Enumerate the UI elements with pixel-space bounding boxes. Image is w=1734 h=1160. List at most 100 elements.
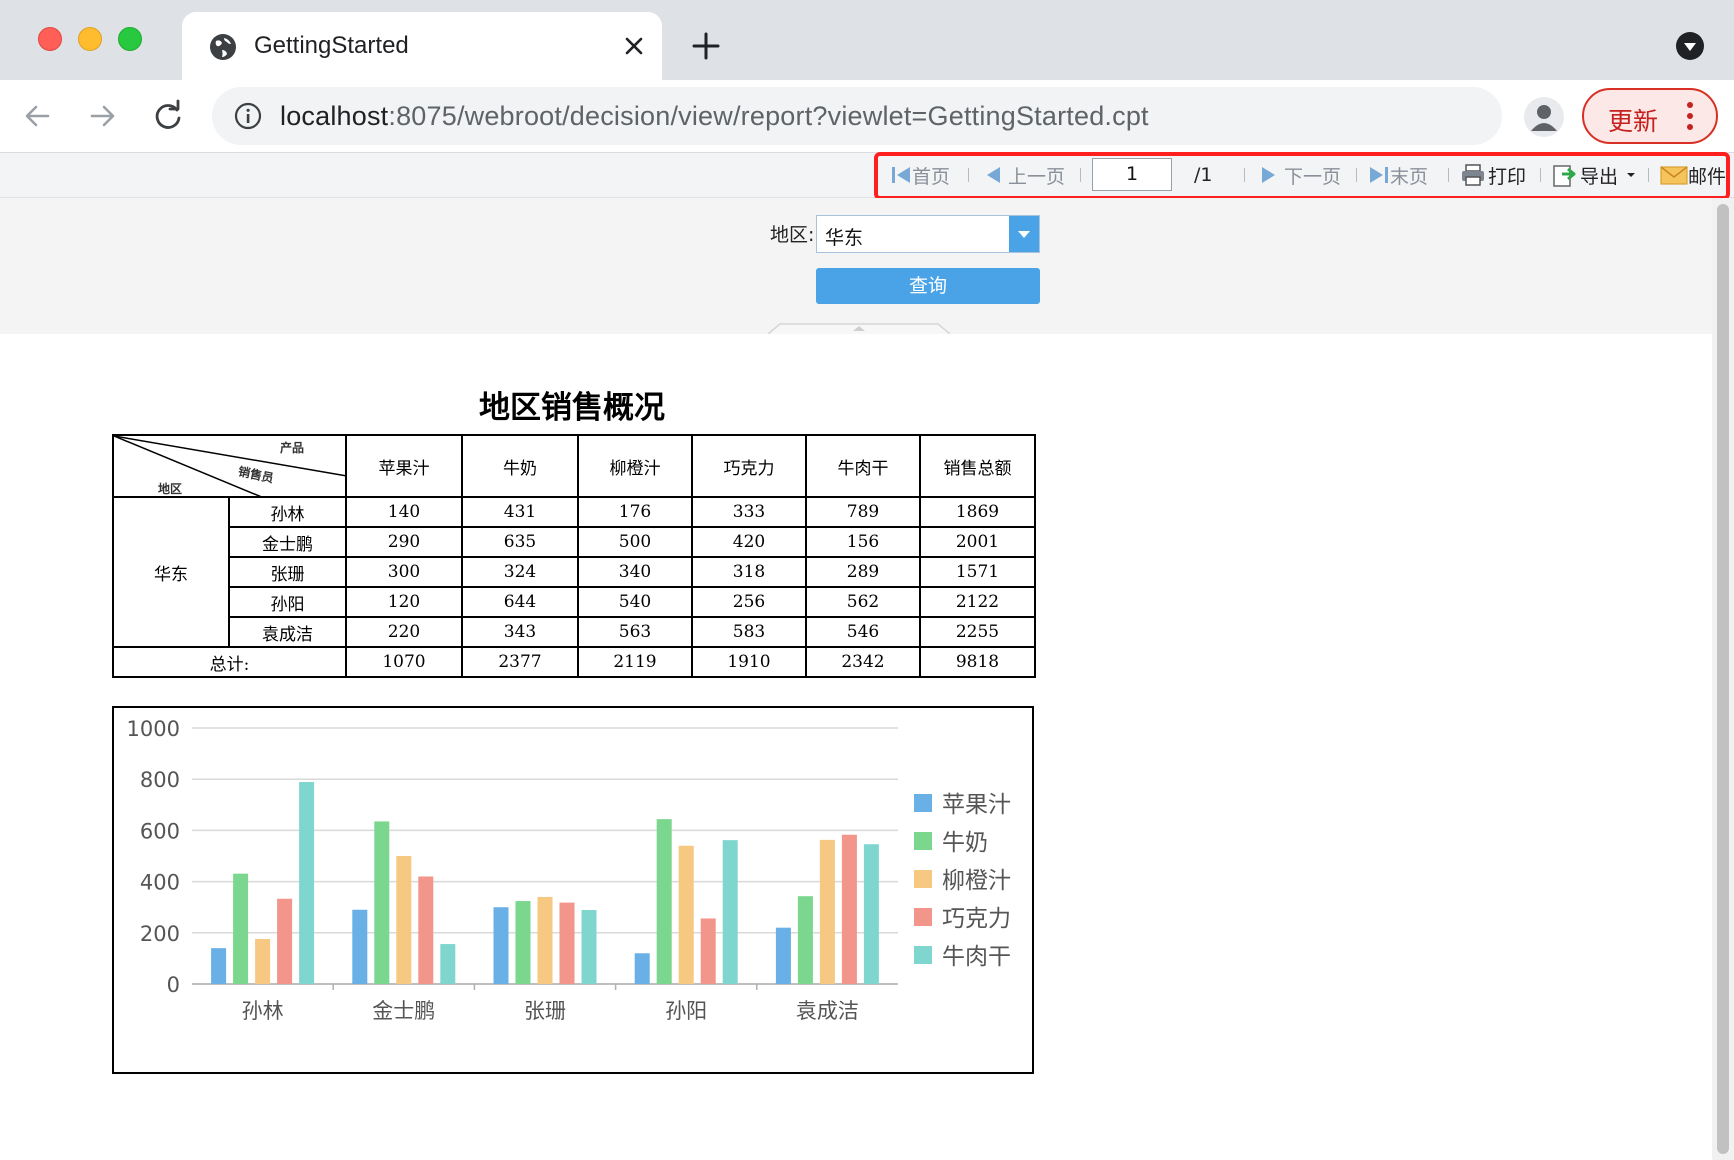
browser-tab-strip: GettingStarted	[0, 0, 1734, 80]
url-text[interactable]: localhost:8075/webroot/decision/view/rep…	[280, 101, 1149, 132]
value-cell: 546	[805, 616, 921, 648]
value-cell: 431	[461, 496, 579, 528]
toolbar-highlight-annotation	[874, 152, 1730, 200]
bar	[352, 909, 368, 984]
value-cell: 2255	[919, 616, 1036, 648]
value-cell: 540	[577, 586, 693, 618]
total-cell: 1070	[345, 646, 463, 678]
seller-cell: 孙阳	[228, 586, 347, 618]
value-cell: 1571	[919, 556, 1036, 588]
bar	[634, 953, 650, 984]
query-button[interactable]: 查询	[816, 268, 1040, 304]
tab-search-icon[interactable]	[1676, 32, 1704, 60]
url-host: localhost	[280, 101, 389, 131]
y-tick-label: 600	[140, 819, 180, 843]
seller-cell: 金士鹏	[228, 526, 347, 558]
table-row: 孙阳 120 644 540 256 562 2122	[113, 586, 1036, 618]
value-cell: 220	[345, 616, 463, 648]
legend-swatch	[914, 946, 932, 964]
tab-close-icon[interactable]	[618, 30, 650, 62]
window-zoom-button[interactable]	[118, 27, 142, 51]
chart-canvas: 0 200 400 600 800 1000 孙林 金士鹏 张珊 孙阳 袁成洁 苹果汁牛奶柳橙汁巧克力…	[127, 717, 1011, 1023]
legend-label: 巧克力	[942, 906, 1011, 932]
value-cell: 635	[461, 526, 579, 558]
y-tick-label: 0	[167, 973, 180, 997]
bar	[775, 927, 791, 984]
value-cell: 2001	[919, 526, 1036, 558]
x-tick-label: 孙林	[242, 999, 284, 1023]
bar	[841, 834, 857, 984]
bar	[418, 876, 434, 984]
address-bar[interactable]: localhost:8075/webroot/decision/view/rep…	[212, 87, 1692, 145]
legend-label: 牛肉干	[942, 944, 1011, 970]
x-tick-label: 孙阳	[665, 999, 707, 1023]
profile-avatar-icon[interactable]	[1524, 97, 1564, 137]
value-cell: 176	[577, 496, 693, 528]
column-header: 牛肉干	[805, 434, 921, 498]
collapse-pane-icon[interactable]	[768, 322, 950, 334]
region-cell: 华东	[112, 496, 230, 648]
bar	[493, 907, 509, 984]
site-info-icon[interactable]	[234, 102, 262, 130]
total-cell: 9818	[919, 646, 1036, 678]
legend-label: 柳橙汁	[942, 868, 1011, 894]
reload-icon[interactable]	[148, 96, 188, 136]
value-cell: 500	[577, 526, 693, 558]
x-tick-label: 袁成洁	[796, 999, 859, 1023]
table-header-row: 产品 销售员 地区 苹果汁 牛奶 柳橙汁 巧克力 牛肉干 销售总额	[112, 434, 1036, 498]
value-cell: 140	[345, 496, 463, 528]
value-cell: 583	[691, 616, 807, 648]
more-menu-icon[interactable]	[1686, 102, 1694, 132]
value-cell: 420	[691, 526, 807, 558]
column-header: 苹果汁	[345, 434, 463, 498]
corner-product-label: 产品	[280, 441, 305, 455]
bar	[396, 856, 412, 984]
region-label: 地区:	[770, 224, 815, 246]
value-cell: 789	[805, 496, 921, 528]
legend-swatch	[914, 870, 932, 888]
y-tick-label: 800	[140, 768, 180, 792]
value-cell: 563	[577, 616, 693, 648]
browser-tab[interactable]: GettingStarted	[182, 12, 662, 80]
y-tick-label: 200	[140, 922, 180, 946]
column-header: 牛奶	[461, 434, 579, 498]
value-cell: 289	[805, 556, 921, 588]
bar	[255, 938, 271, 984]
scrollbar-thumb[interactable]	[1717, 204, 1729, 1154]
update-label: 更新	[1608, 107, 1659, 136]
window-close-button[interactable]	[38, 27, 62, 51]
total-cell: 2377	[461, 646, 579, 678]
value-cell: 644	[461, 586, 579, 618]
window-minimize-button[interactable]	[78, 27, 102, 51]
value-cell: 324	[461, 556, 579, 588]
value-cell: 318	[691, 556, 807, 588]
chevron-down-icon[interactable]	[1009, 216, 1039, 252]
total-cell: 2342	[805, 646, 921, 678]
bar	[374, 821, 390, 984]
back-icon[interactable]	[18, 96, 58, 136]
diagonal-corner-cell: 产品 销售员 地区	[112, 434, 347, 498]
column-header: 柳橙汁	[577, 434, 693, 498]
bar	[700, 918, 716, 984]
update-button[interactable]: 更新	[1582, 88, 1718, 144]
value-cell: 290	[345, 526, 463, 558]
bar	[722, 840, 738, 984]
bar	[233, 873, 249, 984]
legend-label: 牛奶	[942, 830, 988, 856]
total-label: 总计:	[112, 646, 347, 678]
value-cell: 156	[805, 526, 921, 558]
table-row: 金士鹏 290 635 500 420 156 2001	[113, 526, 1036, 558]
new-tab-icon[interactable]	[688, 28, 724, 64]
column-header: 巧克力	[691, 434, 807, 498]
value-cell: 562	[805, 586, 921, 618]
forward-icon[interactable]	[82, 96, 122, 136]
region-select[interactable]: 华东	[816, 215, 1040, 253]
seller-cell: 张珊	[228, 556, 347, 588]
x-tick-label: 金士鹏	[372, 999, 435, 1023]
page-scrollbar[interactable]	[1712, 198, 1734, 1160]
x-tick-label: 张珊	[524, 999, 566, 1023]
total-row: 总计: 1070 2377 2119 1910 2342 9818	[112, 646, 1036, 678]
value-cell: 2122	[919, 586, 1036, 618]
tab-title: GettingStarted	[254, 32, 409, 59]
legend-swatch	[914, 908, 932, 926]
